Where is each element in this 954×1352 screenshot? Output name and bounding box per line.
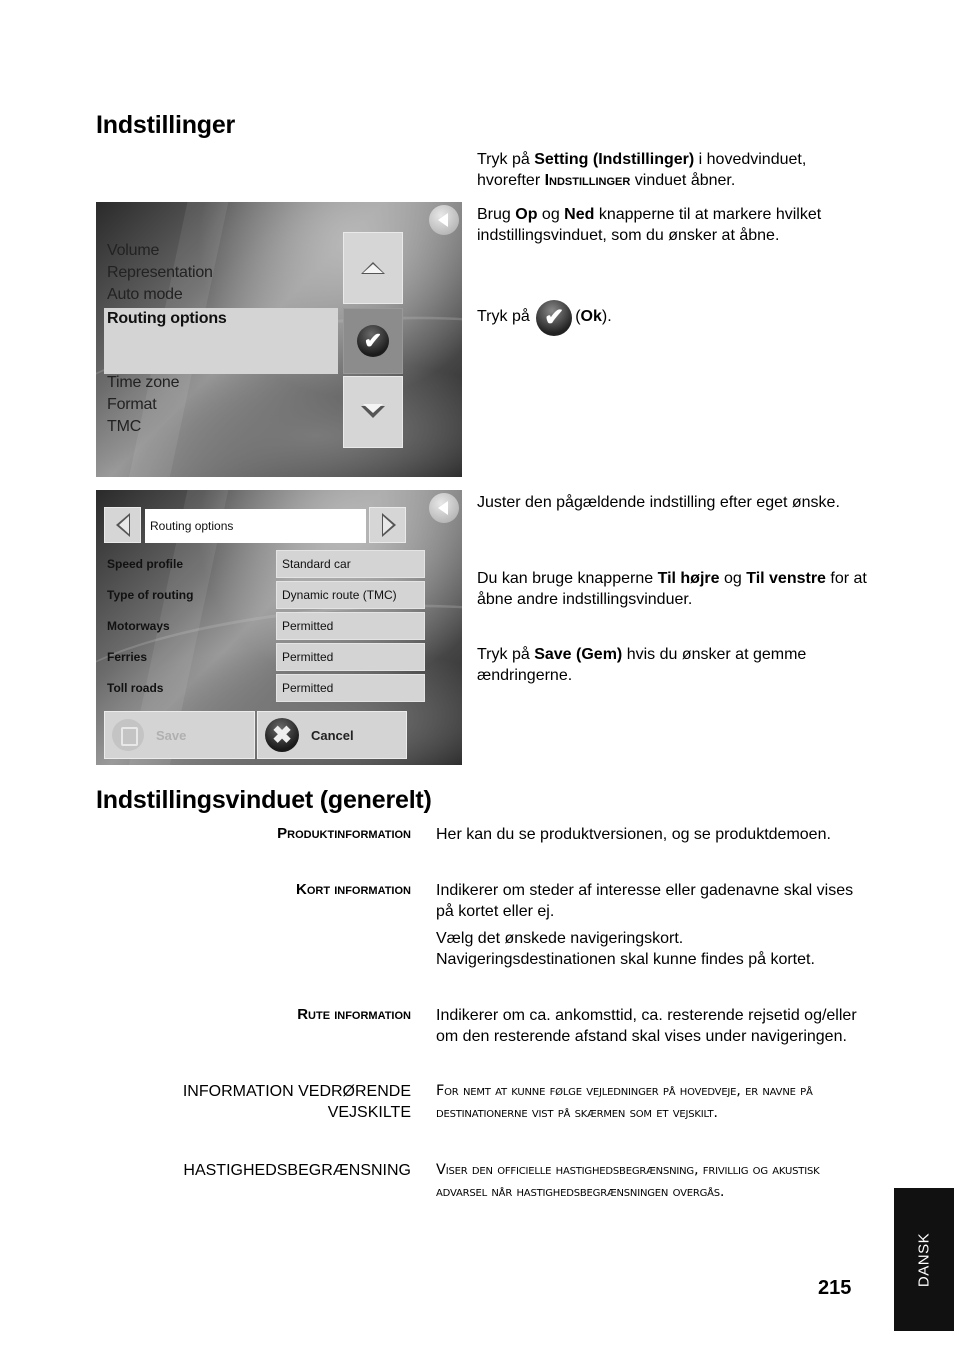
down-arrow-icon	[361, 404, 385, 418]
option-label-motorways: Motorways	[107, 619, 170, 633]
paragraph-adjust-setting: Juster den pågældende indstilling efter …	[477, 494, 840, 511]
term-hastighedsbegraensning: HASTIGHEDSBEGRÆNSNING	[183, 1162, 411, 1179]
up-arrow-icon	[361, 262, 385, 274]
option-label-ferries: Ferries	[107, 650, 148, 664]
checkmark-icon: ✔	[357, 325, 389, 357]
term-rute-information: Rute information	[297, 1006, 411, 1023]
paragraph-press-ok: Tryk på ✔ (Ok).	[477, 300, 867, 336]
paragraph-up-down: Brug Op og Ned knapperne til at markere …	[477, 206, 822, 244]
paragraph-open-settings: Tryk på Setting (Indstillinger) i hovedv…	[477, 151, 807, 189]
term-vejskilte: INFORMATION VEDRØRENDE VEJSKILTE	[182, 1083, 411, 1121]
down-button[interactable]	[343, 376, 403, 448]
option-value-ferries[interactable]: Permitted	[276, 643, 425, 671]
next-window-button[interactable]	[369, 507, 406, 543]
option-value-speed-profile[interactable]: Standard car	[276, 550, 425, 578]
previous-window-button[interactable]	[104, 507, 141, 543]
option-value-toll-roads[interactable]: Permitted	[276, 674, 425, 702]
routing-options-screenshot: Routing options Speed profile Standard c…	[96, 490, 462, 765]
option-value-motorways[interactable]: Permitted	[276, 612, 425, 640]
cancel-x-icon: ✖	[265, 718, 299, 752]
page-number: 215	[818, 1277, 852, 1299]
option-label-toll-roads: Toll roads	[107, 681, 164, 695]
settings-menu-screenshot: Volume Representation Auto mode Routing …	[96, 202, 462, 477]
term-kort-information: Kort information	[295, 881, 411, 898]
menu-item-representation[interactable]: Representation	[107, 264, 213, 282]
menu-item-tmc[interactable]: TMC	[107, 418, 141, 436]
ok-button[interactable]: ✔	[343, 308, 403, 374]
option-value-type-of-routing[interactable]: Dynamic route (TMC)	[276, 581, 425, 609]
term-produktinformation: Produktinformation	[277, 825, 411, 842]
up-button[interactable]	[343, 232, 403, 304]
desc-kort-information-1: Indikerer om steder af interesse eller g…	[436, 882, 854, 920]
section-title-indstillinger: Indstillinger	[96, 111, 236, 139]
option-label-speed-profile: Speed profile	[107, 557, 184, 571]
desc-hastighedsbegraensning: Viser den officielle hastighedsbegrænsni…	[436, 1162, 820, 1200]
menu-item-auto-mode[interactable]: Auto mode	[107, 286, 183, 304]
menu-item-time-zone[interactable]: Time zone	[107, 374, 180, 392]
menu-item-routing-options-selected[interactable]: Routing options	[104, 308, 338, 374]
paragraph-left-right: Du kan bruge knapperne Til højre og Til …	[477, 570, 867, 608]
desc-rute-information: Indikerer om ca. ankomsttid, ca. restere…	[436, 1007, 857, 1045]
cancel-button[interactable]: ✖ Cancel	[257, 711, 407, 759]
window-title-field: Routing options	[145, 509, 366, 543]
back-arrow-icon[interactable]	[429, 493, 459, 523]
option-label-type-of-routing: Type of routing	[107, 588, 194, 602]
language-tab: DANSK	[894, 1188, 954, 1331]
section-title-general-settings: Indstillingsvinduet (generelt)	[96, 786, 432, 814]
floppy-disk-icon	[112, 719, 144, 751]
menu-item-format[interactable]: Format	[107, 396, 157, 414]
desc-vejskilte: For nemt at kunne følge vejledninger på …	[436, 1083, 813, 1121]
paragraph-save: Tryk på Save (Gem) hvis du ønsker at gem…	[477, 646, 807, 684]
menu-item-volume[interactable]: Volume	[107, 242, 159, 260]
desc-produktinformation: Her kan du se produktversionen, og se pr…	[436, 826, 831, 843]
desc-kort-information-2: Vælg det ønskede navigeringskort. Navige…	[436, 930, 815, 968]
save-button[interactable]: Save	[104, 711, 255, 759]
back-arrow-icon[interactable]	[429, 205, 459, 235]
checkmark-icon: ✔	[536, 300, 573, 336]
